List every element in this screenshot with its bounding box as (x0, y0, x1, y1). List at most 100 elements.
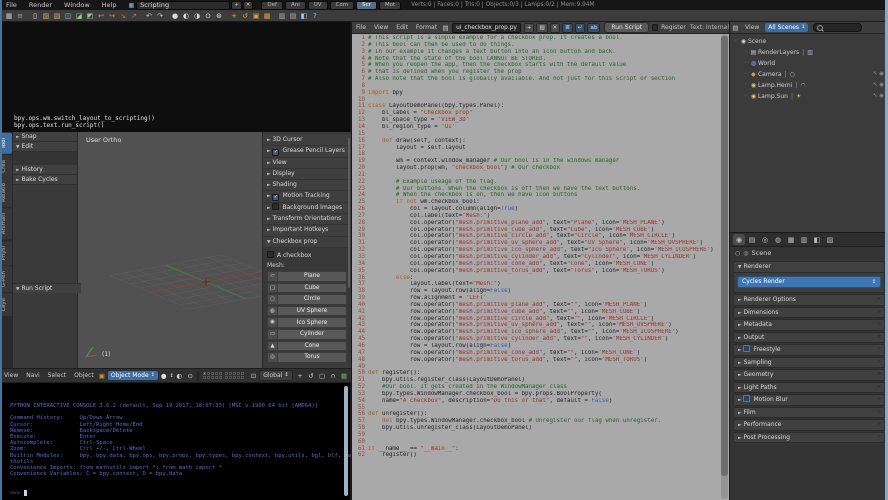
layer-square[interactable] (240, 376, 244, 379)
layers-widget[interactable] (202, 372, 247, 379)
menu-select[interactable]: Select (44, 372, 71, 379)
npanel-panel-grease-pencil-layers[interactable]: ► ✓ Grease Pencil Layers (263, 146, 351, 158)
mesh-button-uv-sphere[interactable]: ◍ UV Sphere (267, 305, 347, 317)
layer-square[interactable] (232, 376, 236, 379)
render-still-icon[interactable]: ● (170, 11, 180, 20)
open-text-button[interactable]: ▨ (536, 22, 548, 33)
layout-tab-mot[interactable]: Mot (378, 0, 402, 10)
word-wrap-toggle[interactable]: ↵ (574, 22, 586, 33)
window-type-icon[interactable]: ▦ (4, 11, 14, 20)
layer-square[interactable] (210, 376, 214, 379)
layer-square[interactable] (236, 372, 240, 375)
a-checkbox-row[interactable]: A checkbox (267, 250, 347, 259)
mode-select[interactable]: Object Mode ↕ (107, 371, 158, 380)
disclosure-dot[interactable]: ◦ (744, 47, 747, 58)
restrict-icons[interactable]: ↖ ◉ (873, 91, 884, 102)
transform-orientation-select[interactable]: Global ↕ (259, 370, 293, 381)
pin-icon[interactable]: ○ (735, 250, 740, 257)
prop-panel-performance[interactable]: ► Performance ≡ (733, 419, 885, 431)
delete-layout-button[interactable]: ✕ (242, 0, 254, 10)
outliner-display-select[interactable]: All Scenes ↕ (765, 23, 809, 32)
syntax-highlight-toggle[interactable]: ab (587, 22, 601, 33)
npanel-panel-important-hotkeys[interactable]: ► Important Hotkeys (263, 225, 351, 237)
render-engine-select[interactable]: Cycles Render ↕ (737, 276, 881, 288)
prop-panel-renderer-options[interactable]: ► Renderer Options ≡ (733, 294, 885, 306)
layer-square[interactable] (202, 372, 206, 375)
layer-square[interactable] (206, 372, 210, 375)
save-as-icon[interactable]: ◪ (74, 11, 84, 20)
npanel-panel-checkbox-prop[interactable]: ▼ Checkbox prop (263, 236, 351, 248)
play-render-icon[interactable]: ⊙ (203, 11, 213, 20)
layout-tab-def[interactable]: Def (261, 0, 283, 10)
menu-file[interactable]: File (352, 24, 370, 31)
help-icon[interactable]: ? (310, 11, 320, 20)
disclosure-dot[interactable]: ◦ (744, 69, 747, 80)
toolshelf-tab-tool[interactable]: Tool (1, 133, 12, 154)
unlink-text-button[interactable]: ✕ (549, 22, 561, 33)
layout-tab-com[interactable]: Com (329, 0, 355, 10)
text-name-field[interactable]: ui_checkbox_prop.py (452, 22, 521, 33)
viewport-render-preview-icon[interactable] (196, 370, 199, 381)
manipulator-translate-icon[interactable]: + (296, 372, 305, 380)
npanel-scrollbar[interactable] (348, 138, 350, 288)
prop-panel-light-paths[interactable]: ► Light Paths ≡ (733, 381, 885, 393)
mesh-button-cylinder[interactable]: ▭ Cylinder (267, 328, 347, 340)
outliner-row-renderlayers[interactable]: ◦ ▤ RenderLayers | ▥ (730, 47, 888, 58)
console-scrollbar[interactable] (344, 386, 348, 496)
menu-window[interactable]: Window (58, 1, 96, 9)
register-checkbox[interactable] (652, 24, 659, 31)
layer-square[interactable] (218, 372, 222, 375)
snap-icon[interactable]: ▦ (262, 11, 272, 20)
menu-navi[interactable]: Navi (22, 372, 43, 379)
layout-list-icon[interactable]: ≡ (15, 11, 25, 20)
prop-panel-freestyle[interactable]: ► Freestyle ≡ (733, 344, 885, 356)
outliner-row-lamp-hemi[interactable]: ◦ ◉ Lamp.Hemi | ◠ ↖ ◉ (730, 80, 888, 91)
undo-icon[interactable]: ↶ (144, 11, 154, 20)
panel-checkbox[interactable] (743, 345, 751, 352)
disclosure-dot[interactable]: ◦ (734, 36, 737, 47)
layer-square[interactable] (232, 372, 236, 375)
npanel-panel-view[interactable]: ► View (263, 157, 351, 169)
open-recent-icon[interactable]: ▧ (52, 11, 62, 20)
run-script-panel-header[interactable]: ▼ Run Script (13, 283, 81, 293)
screen-layout-selector[interactable]: Scripting (136, 0, 231, 10)
outliner-row-world[interactable]: ◦ ◍ World (730, 58, 888, 69)
npanel-panel-transform-orientations[interactable]: ► Transform Orientations (263, 214, 351, 226)
prop-panel-output[interactable]: ► Output ≡ (733, 331, 885, 343)
layer-square[interactable] (236, 376, 240, 379)
tab-world[interactable]: ◍ (772, 234, 784, 245)
layer-square[interactable] (224, 372, 228, 375)
a-checkbox[interactable] (267, 250, 274, 258)
layer-square[interactable] (240, 372, 244, 375)
menu-view[interactable]: View (0, 372, 22, 379)
tab-physics[interactable]: ▨ (824, 234, 836, 245)
npanel-panel-3d-cursor[interactable]: ► 3D Cursor (263, 135, 351, 147)
prop-panel-post-processing[interactable]: ► Post Processing ≡ (733, 431, 885, 443)
rotate-icon[interactable]: ↺ (240, 11, 250, 20)
panel-checkbox[interactable] (272, 202, 280, 210)
outliner-search-input[interactable] (813, 23, 863, 32)
editor-type-icon[interactable]: ▤ (731, 24, 740, 32)
restrict-icons[interactable]: ↖ ◉ (873, 80, 884, 91)
layout-tab-uv[interactable]: UV (307, 0, 328, 10)
layer-square[interactable] (206, 376, 210, 379)
npanel-panel-motion-tracking[interactable]: ► ✓ Motion Tracking (263, 191, 351, 203)
toolshelf-tab-laye[interactable]: Laye (1, 293, 12, 317)
new-text-button[interactable]: + (523, 22, 535, 33)
toolshelf-panel-edit[interactable]: ▼ Edit (13, 142, 77, 152)
toolshelf-tab-relatio[interactable]: Relatio (1, 178, 12, 208)
draw-mode-icon[interactable]: ◐ (175, 372, 184, 380)
run-script-button[interactable]: Run Script (604, 22, 650, 33)
prop-panel-motion-blur[interactable]: ► Motion Blur ≡ (733, 394, 885, 406)
toolshelf-tab-g-pen[interactable]: G-Pen (1, 266, 12, 293)
tab-modifiers[interactable]: ▥ (798, 234, 810, 245)
shading-sphere-icon[interactable]: ● (161, 372, 167, 380)
manipulator-rotate-icon[interactable]: ↺ (307, 372, 316, 380)
outliner-row-camera[interactable]: ◦ ◆ Camera | ○ ↖ ◉ (730, 69, 888, 80)
redo-icon[interactable]: ↷ (155, 11, 165, 20)
prop-panel-dimensions[interactable]: ► Dimensions ≡ (733, 306, 885, 318)
mesh-button-ico-sphere[interactable]: ◉ Ico Sphere (267, 317, 347, 328)
menu-file[interactable]: File (0, 1, 23, 9)
layer-square[interactable] (224, 376, 228, 379)
renderer-panel-header[interactable]: ▼ Renderer (733, 261, 885, 273)
